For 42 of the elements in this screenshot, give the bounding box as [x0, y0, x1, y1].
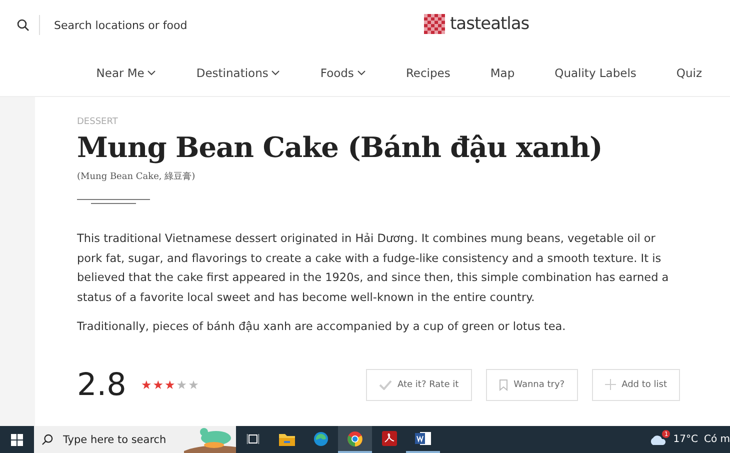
nav-link[interactable]: Foods — [320, 66, 366, 80]
pdf-icon — [382, 431, 396, 446]
star-icon: ★ — [188, 378, 199, 392]
search-icon[interactable] — [17, 19, 29, 31]
category-label: DESSERT — [77, 117, 119, 127]
description-paragraph: Traditionally, pieces of bánh đậu xanh are accompanied by a cup of green or lotus tea. — [77, 319, 567, 335]
nav-link[interactable]: Recipes — [406, 66, 450, 80]
action-button[interactable]: Add to list — [592, 368, 680, 400]
nav-link[interactable]: Quiz — [676, 66, 702, 80]
action-button[interactable]: Wanna try? — [486, 368, 578, 400]
rating-score: 2.8 — [77, 366, 128, 402]
bookmark-icon — [498, 378, 508, 390]
star-icon: ★ — [152, 378, 164, 392]
action-button[interactable]: Ate it? Rate it — [366, 368, 472, 400]
weather-text: Có m — [704, 434, 730, 445]
nav-link[interactable]: Near Me — [96, 66, 156, 80]
dish-title: Mung Bean Cake (Bánh đậu xanh) — [77, 131, 604, 164]
word-icon — [415, 431, 431, 446]
logo-text[interactable]: tasteatlas — [450, 14, 530, 34]
star-icon: ★ — [141, 378, 152, 392]
nav-link[interactable]: Map — [490, 66, 515, 80]
nav-link[interactable]: Quality Labels — [554, 66, 636, 80]
windows-start-icon[interactable] — [11, 434, 23, 446]
cloud-icon[interactable] — [649, 434, 668, 445]
task-view-icon — [247, 432, 259, 444]
temperature-text: 17°C — [673, 434, 698, 445]
taskbar-search-box[interactable]: Type here to search — [34, 426, 236, 453]
description-paragraph: This traditional Vietnamese dessert originated in Hải Dương. It combines mung beans, vegetable oil or pork fat, sugar, and flavorings to create a cake with a fudge-like consistency and a smooth texture. It is believed that the cake first appeared in the 1920s, and since then, this simple combination has earned a status of a favorite local sweet and has become well-known in the entire country. — [77, 231, 670, 306]
star-icon: ★ — [176, 378, 188, 392]
chevron-down-icon — [271, 70, 280, 76]
checkered-logo-icon — [424, 14, 445, 34]
alternate-names: (Mung Bean Cake, 綠豆膏) — [77, 170, 196, 183]
search-icon — [42, 434, 53, 445]
chrome-icon — [347, 430, 363, 446]
chevron-down-icon — [147, 70, 156, 76]
folder-icon — [279, 432, 295, 446]
nav-link[interactable]: Destinations — [196, 66, 280, 80]
chevron-down-icon — [356, 70, 366, 76]
taskbar-search-field[interactable]: Type here to search — [61, 432, 185, 446]
check-icon — [378, 380, 392, 390]
star-icon: ★ — [164, 378, 176, 392]
plus-icon — [604, 379, 616, 390]
